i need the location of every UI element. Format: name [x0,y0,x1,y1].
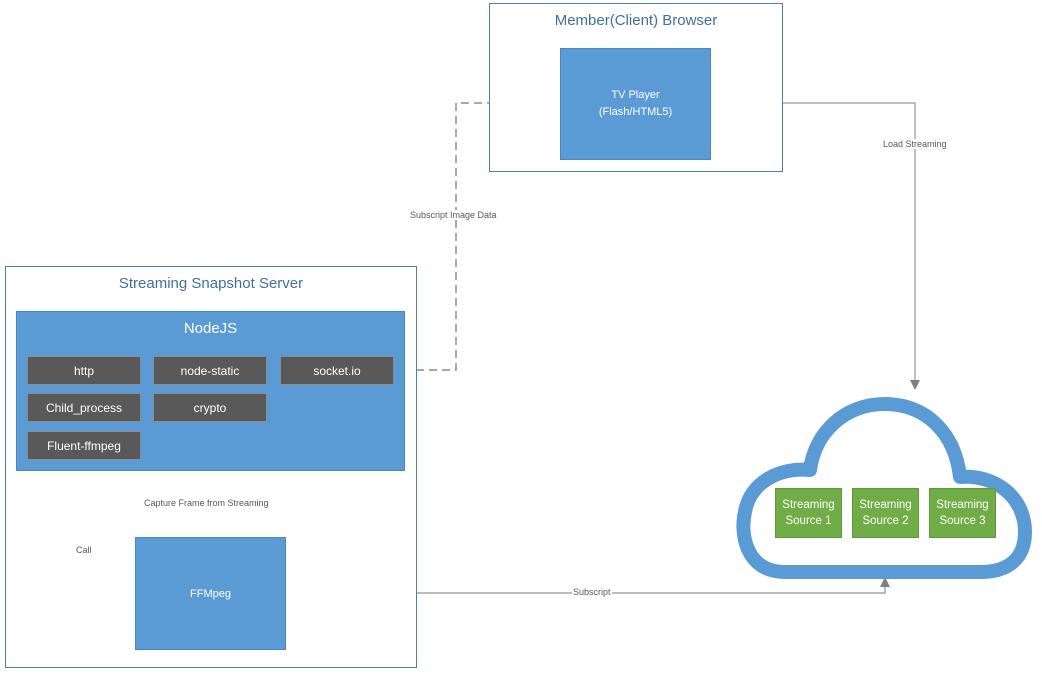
client-browser-title: Member(Client) Browser [554,12,718,29]
nodejs-title: NodeJS [183,320,238,337]
label-subscript-image-data: Subscript Image Data [409,210,498,220]
module-node-static[interactable]: node-static [153,356,267,385]
source-3-line1: Streaming [936,499,989,511]
tv-player-node[interactable]: TV Player (Flash/HTML5) [560,48,711,160]
label-capture-frame: Capture Frame from Streaming [143,498,270,508]
label-subscript: Subscript [572,587,612,597]
label-call: Call [75,545,93,555]
module-socket-io[interactable]: socket.io [280,356,394,385]
module-crypto[interactable]: crypto [153,393,267,422]
tv-player-label: TV Player [611,89,660,101]
ffmpeg-node[interactable]: FFMpeg [135,537,286,650]
server-title: Streaming Snapshot Server [118,275,304,292]
module-child-process[interactable]: Child_process [27,393,141,422]
streaming-source-2[interactable]: Streaming Source 2 [852,488,919,538]
source-2-line1: Streaming [859,499,912,511]
tv-player-sublabel: (Flash/HTML5) [598,106,673,118]
streaming-source-1[interactable]: Streaming Source 1 [775,488,842,538]
source-2-line2: Source 2 [862,515,909,527]
label-load-streaming: Load Streaming [882,139,948,149]
source-3-line2: Source 3 [939,515,986,527]
streaming-source-3[interactable]: Streaming Source 3 [929,488,996,538]
module-http[interactable]: http [27,356,141,385]
source-1-line1: Streaming [782,499,835,511]
source-1-line2: Source 1 [785,515,832,527]
module-fluent-ffmpeg[interactable]: Fluent-ffmpeg [27,431,141,460]
